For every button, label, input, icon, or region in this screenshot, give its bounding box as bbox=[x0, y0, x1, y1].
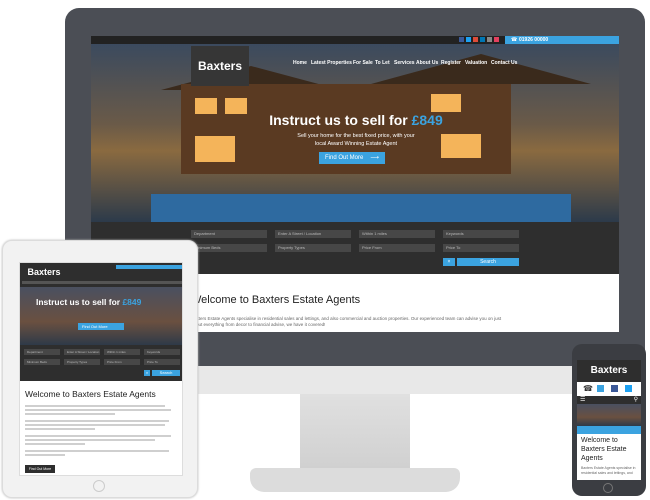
hero-subtitle-line: local Award Winning Estate Agent bbox=[314, 141, 398, 147]
phone-welcome-heading: Welcome to Baxters Estate Agents bbox=[581, 437, 627, 462]
email-icon[interactable] bbox=[597, 385, 604, 392]
reset-button[interactable]: × bbox=[443, 258, 455, 266]
tablet-hero-title: Instruct us to sell for £849 bbox=[36, 297, 176, 307]
desktop-top-bar: ☎ 01926 00000 bbox=[91, 36, 619, 44]
nav-about-us[interactable]: About Us bbox=[416, 60, 438, 66]
department-select[interactable]: Department bbox=[191, 230, 267, 238]
phone-screen: Baxters ☎ ☰ ⚲ Welcome to Baxters Estate … bbox=[577, 360, 641, 480]
linkedin-icon[interactable] bbox=[480, 37, 485, 42]
instagram-icon[interactable] bbox=[494, 37, 499, 42]
tablet-department-select[interactable]: Department bbox=[24, 349, 60, 355]
tablet-find-out-more-button-2[interactable]: Find Out More bbox=[25, 465, 55, 473]
phone-bar: ☎ 01926 00000 bbox=[505, 36, 619, 44]
monitor-stand-base bbox=[250, 468, 460, 492]
tablet-screen: Baxters Instruct us to sell for £849 Fin… bbox=[19, 262, 183, 476]
facebook-icon[interactable] bbox=[459, 37, 464, 42]
nav-services[interactable]: Services bbox=[394, 60, 415, 66]
tablet-hero: Instruct us to sell for £849 Find Out Mo… bbox=[20, 287, 182, 345]
tablet-phone-bar bbox=[116, 265, 182, 269]
phone-call-icon[interactable]: ☎ bbox=[583, 384, 593, 393]
tablet-radius-select[interactable]: Within 1 miles bbox=[104, 349, 140, 355]
menu-icon[interactable]: ☰ bbox=[580, 396, 585, 404]
welcome-text: Baxters Estate Agents specialise in resi… bbox=[191, 316, 521, 328]
nav-register[interactable]: Register bbox=[441, 60, 461, 66]
hero-title-text: Instruct us to sell for bbox=[269, 112, 412, 128]
nav-to-let[interactable]: To Let bbox=[375, 60, 390, 66]
desktop-logo[interactable]: Baxters bbox=[191, 46, 249, 86]
hero-subtitle: Sell your home for the best fixed price,… bbox=[261, 132, 451, 148]
search-icon[interactable]: ⚲ bbox=[634, 396, 638, 404]
welcome-heading: Welcome to Baxters Estate Agents bbox=[191, 294, 361, 306]
phone-welcome-text: Baxters Estate Agents specialise in resi… bbox=[581, 466, 636, 475]
price-to-select[interactable]: Price To bbox=[443, 244, 519, 252]
search-button[interactable]: Search bbox=[457, 258, 519, 266]
welcome-text-line: about everything from decor to financial… bbox=[191, 322, 326, 327]
tablet-location-input[interactable]: Enter A Street / Location bbox=[64, 349, 100, 355]
phone-home-button[interactable] bbox=[603, 483, 613, 493]
find-out-more-label: Find Out More bbox=[325, 155, 364, 161]
tablet-reset-button[interactable]: × bbox=[144, 370, 150, 376]
hero-price: £849 bbox=[411, 112, 443, 128]
tablet-search-button[interactable]: Search bbox=[152, 370, 180, 376]
tablet-hero-title-text: Instruct us to sell for bbox=[36, 297, 123, 307]
arrow-right-icon: ⟶ bbox=[370, 155, 379, 161]
nav-for-sale[interactable]: For Sale bbox=[353, 60, 373, 66]
desktop-hero-banner: Baxters Home Latest Properties For Sale … bbox=[91, 44, 619, 222]
twitter-icon[interactable] bbox=[625, 385, 632, 392]
min-beds-select[interactable]: Minimum Beds bbox=[191, 244, 267, 252]
nav-home[interactable]: Home bbox=[293, 60, 307, 66]
tablet-hero-price: £849 bbox=[122, 297, 142, 307]
twitter-icon[interactable] bbox=[466, 37, 471, 42]
tablet-keywords-input[interactable]: Keywords bbox=[144, 349, 180, 355]
tablet-welcome-heading: Welcome to Baxters Estate Agents bbox=[25, 389, 156, 399]
rss-icon[interactable] bbox=[487, 37, 492, 42]
tablet-property-types-select[interactable]: Property Types bbox=[64, 359, 100, 365]
tablet-search-form: Department Enter A Street / Location Wit… bbox=[20, 345, 182, 381]
nav-latest-properties[interactable]: Latest Properties bbox=[311, 60, 352, 66]
desktop-nav: Home Latest Properties For Sale To Let S… bbox=[291, 60, 521, 70]
tablet-find-out-more-button[interactable]: Find Out More bbox=[78, 323, 124, 330]
phone-hero-bar bbox=[577, 426, 641, 434]
tablet-welcome-text bbox=[25, 405, 175, 458]
google-plus-icon[interactable] bbox=[473, 37, 478, 42]
phone-icon-row: ☎ bbox=[577, 382, 641, 396]
monitor-stand bbox=[300, 394, 410, 474]
nav-valuation[interactable]: Valuation bbox=[465, 60, 487, 66]
phone-header: Baxters bbox=[577, 360, 641, 382]
tablet-price-from-select[interactable]: Price From bbox=[104, 359, 140, 365]
phone-hero bbox=[577, 404, 641, 426]
keywords-input[interactable]: Keywords bbox=[443, 230, 519, 238]
phone-nav: ☰ ⚲ bbox=[577, 396, 641, 404]
phone-icon: ☎ bbox=[511, 37, 518, 43]
tablet-logo[interactable]: Baxters bbox=[22, 265, 66, 279]
hero-subtitle-line: Sell your home for the best fixed price,… bbox=[297, 133, 415, 139]
close-icon: × bbox=[447, 259, 451, 265]
find-out-more-button[interactable]: Find Out More ⟶ bbox=[319, 152, 385, 164]
location-input[interactable]: Enter A Street / Location bbox=[275, 230, 351, 238]
price-from-select[interactable]: Price From bbox=[359, 244, 435, 252]
phone-logo[interactable]: Baxters bbox=[577, 363, 641, 379]
facebook-icon[interactable] bbox=[611, 385, 618, 392]
pool-image bbox=[151, 194, 571, 222]
radius-select[interactable]: Within 1 miles bbox=[359, 230, 435, 238]
phone-number[interactable]: 01926 00000 bbox=[519, 37, 548, 43]
tablet-home-button[interactable] bbox=[93, 480, 105, 492]
tablet-price-to-select[interactable]: Price To bbox=[144, 359, 180, 365]
tablet-header: Baxters bbox=[20, 263, 182, 287]
hero-title: Instruct us to sell for £849 bbox=[261, 112, 451, 132]
property-types-select[interactable]: Property Types bbox=[275, 244, 351, 252]
tablet-min-beds-select[interactable]: Minimum Beds bbox=[24, 359, 60, 365]
nav-contact-us[interactable]: Contact Us bbox=[491, 60, 517, 66]
close-icon: × bbox=[145, 370, 149, 375]
tablet-nav[interactable] bbox=[22, 281, 182, 284]
